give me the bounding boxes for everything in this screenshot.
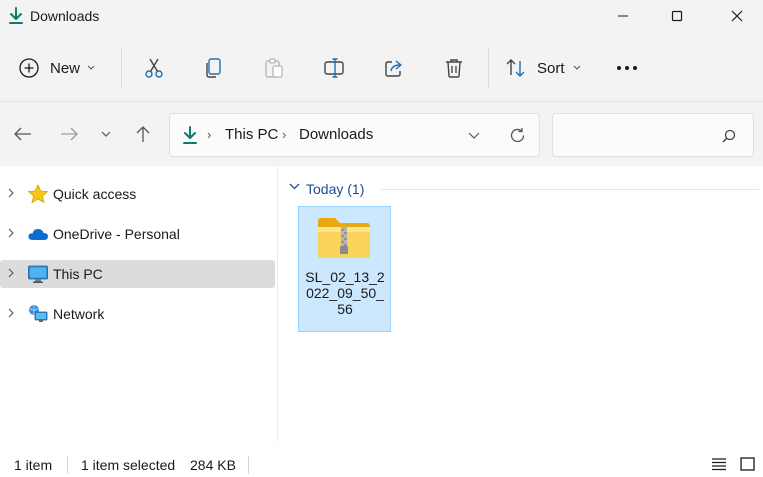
chevron-right-icon xyxy=(8,228,14,238)
close-button[interactable] xyxy=(714,0,760,32)
chevron-right-icon xyxy=(8,308,14,318)
plus-circle-icon xyxy=(19,58,39,78)
group-header-today[interactable]: Today (1) xyxy=(306,181,364,197)
chevron-right-icon xyxy=(8,268,14,278)
refresh-icon[interactable] xyxy=(509,127,526,144)
rename-icon xyxy=(324,58,344,78)
arrow-up-icon xyxy=(136,126,150,142)
sidebar-item-label: OneDrive - Personal xyxy=(53,226,180,242)
cut-button[interactable] xyxy=(138,50,170,86)
arrow-left-icon xyxy=(14,127,31,141)
navigation-pane: Quick access OneDrive - Personal This PC… xyxy=(0,166,278,442)
file-item[interactable]: SL_02_13_2022_09_50_56 xyxy=(298,206,391,332)
sidebar-item-label: This PC xyxy=(53,266,103,282)
download-arrow-icon xyxy=(9,7,23,24)
selection-size: 284 KB xyxy=(190,457,236,473)
breadcrumb-this-pc[interactable]: This PC xyxy=(225,126,278,143)
maximize-button[interactable] xyxy=(654,0,700,32)
new-button[interactable]: New xyxy=(18,50,108,86)
chevron-right-icon xyxy=(8,188,14,198)
search-input[interactable] xyxy=(552,113,754,157)
star-icon xyxy=(27,184,49,204)
more-icon xyxy=(617,66,637,70)
rename-button[interactable] xyxy=(318,50,350,86)
more-options-button[interactable] xyxy=(610,50,644,86)
large-icons-view-button[interactable] xyxy=(737,455,757,473)
chevron-down-icon[interactable] xyxy=(468,132,480,139)
search-icon xyxy=(722,129,736,143)
zip-folder-icon xyxy=(318,218,370,258)
item-count: 1 item xyxy=(14,457,53,473)
forward-button[interactable] xyxy=(56,118,82,150)
download-arrow-icon xyxy=(183,126,197,144)
up-button[interactable] xyxy=(130,118,156,150)
details-view-icon xyxy=(712,458,726,471)
window-title: Downloads xyxy=(30,8,100,24)
tiles-view-icon xyxy=(739,457,755,471)
toolbar-divider xyxy=(488,48,489,88)
share-icon xyxy=(385,60,402,77)
share-button[interactable] xyxy=(378,50,410,86)
details-view-button[interactable] xyxy=(709,455,729,473)
chevron-right-icon: › xyxy=(207,127,212,142)
file-list-pane: Today (1) SL_02_13_2022_09_50_56 xyxy=(279,166,763,442)
selection-info: 1 item selected xyxy=(81,457,176,473)
cloud-icon xyxy=(28,229,48,240)
chevron-right-icon: › xyxy=(282,127,287,142)
sidebar-item-label: Quick access xyxy=(53,186,137,202)
computer-icon xyxy=(28,265,48,283)
sidebar-item-label: Network xyxy=(53,306,105,322)
copy-icon xyxy=(206,58,221,78)
status-bar: 1 item 1 item selected 284 KB xyxy=(0,442,763,477)
maximize-icon xyxy=(671,10,683,22)
chevron-down-icon[interactable] xyxy=(289,183,300,190)
cut-icon xyxy=(145,58,163,78)
navigation-bar: › This PC › Downloads xyxy=(0,102,763,166)
file-name: SL_02_13_2022_09_50_56 xyxy=(305,269,385,317)
minimize-button[interactable] xyxy=(600,0,646,32)
address-bar[interactable]: › This PC › Downloads xyxy=(169,113,540,157)
sort-icon xyxy=(506,59,525,77)
sort-label: Sort xyxy=(537,59,565,77)
breadcrumb-downloads[interactable]: Downloads xyxy=(299,126,373,143)
close-icon xyxy=(731,10,743,22)
chevron-down-icon xyxy=(87,65,95,70)
status-divider xyxy=(67,456,68,474)
group-divider xyxy=(381,189,759,190)
sidebar-item-onedrive[interactable]: OneDrive - Personal xyxy=(0,220,275,248)
paste-icon xyxy=(265,58,283,78)
title-bar: Downloads xyxy=(0,0,763,34)
toolbar-divider xyxy=(121,48,122,88)
recent-locations-button[interactable] xyxy=(96,118,116,150)
sidebar-item-network[interactable]: Network xyxy=(0,300,275,328)
paste-button[interactable] xyxy=(258,50,290,86)
arrow-right-icon xyxy=(61,127,78,141)
chevron-down-icon xyxy=(101,131,111,137)
sidebar-item-quick-access[interactable]: Quick access xyxy=(0,180,275,208)
command-bar: New Sort xyxy=(0,34,763,102)
sort-button[interactable]: Sort xyxy=(505,50,585,86)
new-label: New xyxy=(50,59,81,77)
network-icon xyxy=(29,305,48,322)
back-button[interactable] xyxy=(10,118,36,150)
sidebar-item-this-pc[interactable]: This PC xyxy=(0,260,275,288)
copy-button[interactable] xyxy=(198,50,230,86)
chevron-down-icon xyxy=(573,65,580,70)
delete-button[interactable] xyxy=(438,50,470,86)
status-divider xyxy=(248,456,249,474)
minimize-icon xyxy=(618,15,628,17)
delete-icon xyxy=(446,59,462,78)
